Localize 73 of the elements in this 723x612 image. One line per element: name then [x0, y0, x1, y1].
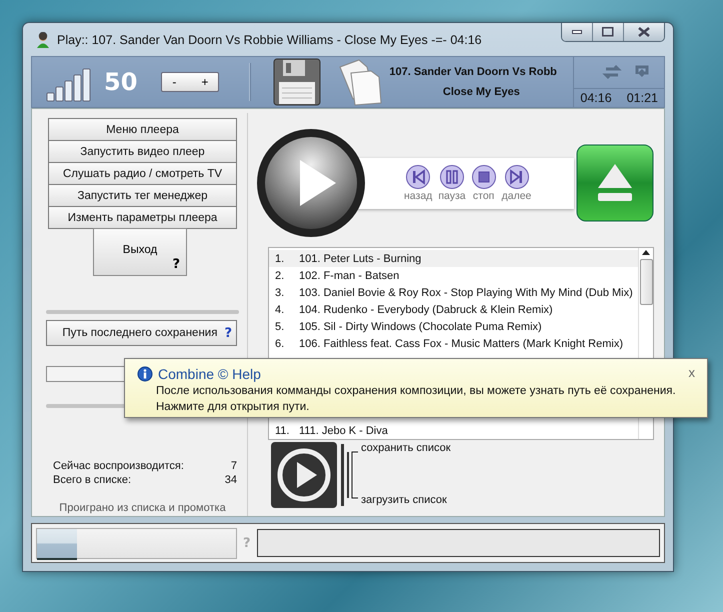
save-path-label: Путь последнего сохранения — [62, 327, 218, 339]
next-button[interactable]: далее — [502, 164, 532, 202]
stop-button[interactable]: стоп — [472, 164, 496, 202]
tooltip-text: Нажмите для открытия пути. — [156, 400, 310, 414]
pause-button[interactable]: пауза — [438, 164, 466, 202]
minimize-button[interactable] — [562, 23, 593, 41]
track-title: Close My Eyes — [442, 86, 520, 98]
playlist-row[interactable]: 11. 111. Jebo K - Diva — [269, 422, 638, 439]
track-title: 107. Sander Van Doorn Vs Robb — [389, 66, 557, 78]
close-button[interactable] — [624, 23, 664, 41]
panel-caption: Проиграно из списка и промотка — [58, 502, 227, 514]
playlist-row[interactable]: 5. 105. Sil - Dirty Windows (Chocolate Puma Remix) — [269, 318, 638, 335]
track-name: 103. Daniel Bovie & Roy Rox - Stop Playing With My Mind (Dub Mix) — [299, 286, 633, 298]
menu-button[interactable]: Запустить видео плеер — [48, 140, 237, 163]
volume-value: 50 — [104, 68, 138, 96]
elapsed-time: 01:21 — [626, 91, 658, 105]
help-mark: ? — [243, 536, 251, 550]
playlist-row[interactable]: 6. 106. Faithless feat. Cass Fox - Music Matters (Mark Knight Remix) — [269, 335, 638, 352]
menu-button[interactable]: Запустить тег менеджер — [48, 184, 237, 207]
scroll-up-icon — [641, 248, 651, 257]
load-list-link[interactable]: загрузить список — [361, 494, 451, 506]
track-name: 111. Jebo K - Diva — [299, 424, 388, 436]
track-name: 104. Rudenko - Everybody (Dabruck & Klein Remix) — [299, 304, 553, 316]
menu-button[interactable]: Меню плеера — [48, 118, 237, 141]
menu-button[interactable]: Изменть параметры плеера — [48, 206, 237, 229]
playlist-row[interactable]: 2. 102. F-man - Batsen — [269, 267, 638, 284]
stat-label: Всего в списке: — [53, 474, 132, 486]
close-icon — [638, 27, 650, 37]
minimize-icon — [572, 30, 582, 34]
help-mark: ? — [224, 326, 232, 340]
track-number: 6. — [275, 338, 286, 350]
track-name: 106. Faithless feat. Cass Fox - Music Matters (Mark Knight Remix) — [299, 338, 623, 350]
track-name: 101. Peter Luts - Burning — [299, 252, 422, 264]
close-button[interactable]: x — [688, 365, 695, 380]
tooltip-text: После использования комманды сохранения композиции, вы можете узнать путь её сохранения. — [156, 384, 677, 398]
track-name: 105. Sil - Dirty Windows (Chocolate Puma Remix) — [299, 320, 542, 332]
scroll-thumb[interactable] — [640, 259, 652, 305]
play-button[interactable] — [256, 128, 366, 238]
volume-down-button[interactable]: - — [172, 75, 176, 89]
stat-value: 7 — [230, 460, 237, 472]
volume-up-button[interactable]: + — [201, 75, 208, 89]
track-number: 2. — [275, 270, 286, 282]
track-name: 102. F-man - Batsen — [299, 270, 400, 282]
maximize-icon — [602, 27, 614, 37]
info-icon — [137, 366, 153, 382]
track-number: 3. — [275, 286, 286, 298]
playlist-row[interactable]: 4. 104. Rudenko - Everybody (Dabruck & Klein Remix) — [269, 301, 638, 318]
help-mark: ? — [172, 257, 180, 272]
save-path-button[interactable]: Путь последнего сохранения ? — [46, 320, 237, 346]
window-title: Play:: 107. Sander Van Doorn Vs Robbie Williams - Close My Eyes -=- 04:16 — [57, 32, 483, 46]
stop-icon — [472, 164, 496, 188]
stat-value: 34 — [224, 474, 237, 486]
eject-button[interactable] — [576, 144, 654, 222]
track-number: 4. — [275, 304, 286, 316]
next-icon — [504, 164, 529, 188]
total-time: 04:16 — [580, 91, 612, 105]
track-number: 1. — [275, 252, 286, 264]
track-number: 5. — [275, 320, 286, 332]
prev-icon — [406, 164, 430, 188]
playlist-row[interactable]: 3. 103. Daniel Bovie & Roy Rox - Stop Playing With My Mind (Dub Mix) — [269, 284, 638, 301]
save-list-link[interactable]: сохранить список — [361, 442, 451, 454]
maximize-button[interactable] — [593, 23, 624, 41]
pause-icon — [440, 164, 464, 188]
tooltip-title: Combine © Help — [158, 366, 261, 382]
input-field[interactable] — [256, 529, 660, 557]
prev-button[interactable]: назад — [404, 164, 432, 202]
play-list-icon[interactable] — [271, 442, 351, 508]
menu-button[interactable]: Слушать радио / смотреть TV — [48, 162, 237, 185]
stat-label: Сейчас воспроизводится: — [53, 460, 184, 472]
exit-button[interactable]: Выход ? — [93, 228, 187, 276]
user-icon — [35, 32, 51, 48]
track-number: 11. — [275, 424, 290, 436]
playlist-row[interactable]: 1. 101. Peter Luts - Burning — [269, 250, 638, 267]
